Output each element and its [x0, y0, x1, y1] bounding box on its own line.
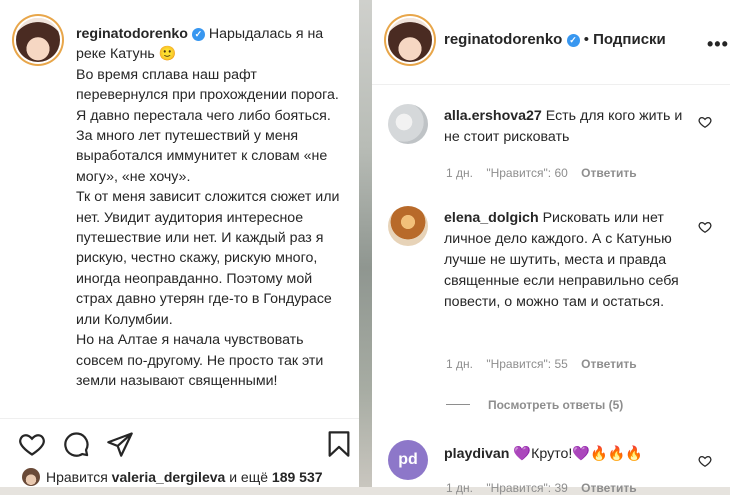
comment-icon[interactable]	[62, 430, 90, 458]
purple-heart-emoji: 💜	[572, 446, 591, 462]
post-caption: reginatodorenko ✓ Нарыдалась я на реке К…	[76, 24, 346, 414]
comment-body: alla.ershova27 Есть для кого жить и не с…	[444, 106, 684, 148]
more-options-icon[interactable]: •••	[707, 34, 729, 55]
comment-age: 1 дн.	[446, 357, 473, 371]
comment-username[interactable]: playdivan	[444, 446, 509, 462]
comment-body: playdivan 💜Круто!💜🔥🔥🔥	[444, 444, 684, 465]
verified-badge-icon: ✓	[191, 28, 205, 41]
bookmark-icon[interactable]	[325, 430, 353, 458]
caption-fade-overlay	[70, 396, 359, 418]
commenter-avatar[interactable]	[388, 104, 428, 144]
reply-button[interactable]: Ответить	[581, 481, 636, 495]
comment-likes[interactable]: "Нравится": 55	[486, 357, 568, 371]
view-replies-label[interactable]: Посмотреть ответы (5)	[488, 398, 623, 412]
header-username[interactable]: reginatodorenko	[444, 31, 562, 48]
like-heart-icon[interactable]	[18, 430, 46, 458]
header-avatar[interactable]	[388, 18, 432, 62]
commenter-avatar[interactable]: pd	[388, 440, 428, 480]
comment-like-heart-icon[interactable]	[698, 220, 712, 234]
share-icon[interactable]	[106, 430, 134, 458]
post-caption-panel: reginatodorenko ✓ Нарыдалась я на реке К…	[0, 0, 359, 487]
caption-paragraph-3: Тк от меня зависит сложится сюжет или не…	[76, 189, 340, 328]
reply-button[interactable]: Ответить	[581, 166, 636, 180]
comment-body: elena_dolgich Рисковать или нет личное д…	[444, 208, 684, 313]
background-gap	[359, 0, 372, 487]
author-avatar[interactable]	[16, 18, 60, 62]
comment-likes[interactable]: "Нравится": 60	[486, 166, 568, 180]
comment-like-heart-icon[interactable]	[698, 454, 712, 468]
following-button[interactable]: Подписки	[593, 31, 666, 48]
caption-username[interactable]: reginatodorenko	[76, 26, 188, 42]
caption-paragraph-2: Во время сплава наш рафт перевернулся пр…	[76, 66, 339, 185]
header-divider	[372, 84, 730, 85]
verified-badge-icon: ✓	[566, 34, 580, 47]
header-separator: •	[583, 31, 589, 48]
likes-prefix: Нравится	[46, 469, 108, 485]
likes-count[interactable]: 189 537	[272, 469, 323, 485]
comment-meta: 1 дн. "Нравится": 55 Ответить	[446, 357, 647, 371]
comment-meta: 1 дн. "Нравится": 60 Ответить	[446, 166, 647, 180]
view-replies-button[interactable]: Посмотреть ответы (5)	[446, 398, 623, 412]
comment-age: 1 дн.	[446, 166, 473, 180]
comment-username[interactable]: elena_dolgich	[444, 210, 539, 226]
comment-age: 1 дн.	[446, 481, 473, 495]
purple-heart-emoji: 💜	[513, 446, 532, 462]
fire-emoji: 🔥🔥🔥	[590, 446, 644, 462]
post-header: reginatodorenko ✓ • Подписки	[444, 31, 666, 48]
caption-paragraph-4: Но на Алтае я начала чувствовать совсем …	[76, 332, 324, 389]
replies-dash	[446, 404, 470, 405]
comment-meta: 1 дн. "Нравится": 39 Ответить	[446, 481, 647, 495]
liker-username[interactable]: valeria_dergileva	[112, 469, 226, 485]
reply-button[interactable]: Ответить	[581, 357, 636, 371]
liker-avatar	[22, 468, 40, 486]
comment-likes[interactable]: "Нравится": 39	[486, 481, 568, 495]
likes-middle: и ещё	[229, 469, 269, 485]
likes-summary[interactable]: Нравится valeria_dergileva и ещё 189 537	[22, 468, 323, 486]
comment-like-heart-icon[interactable]	[698, 115, 712, 129]
comment-text: Круто!	[531, 446, 573, 462]
divider	[0, 418, 359, 419]
commenter-avatar[interactable]	[388, 206, 428, 246]
comment-username[interactable]: alla.ershova27	[444, 108, 542, 124]
